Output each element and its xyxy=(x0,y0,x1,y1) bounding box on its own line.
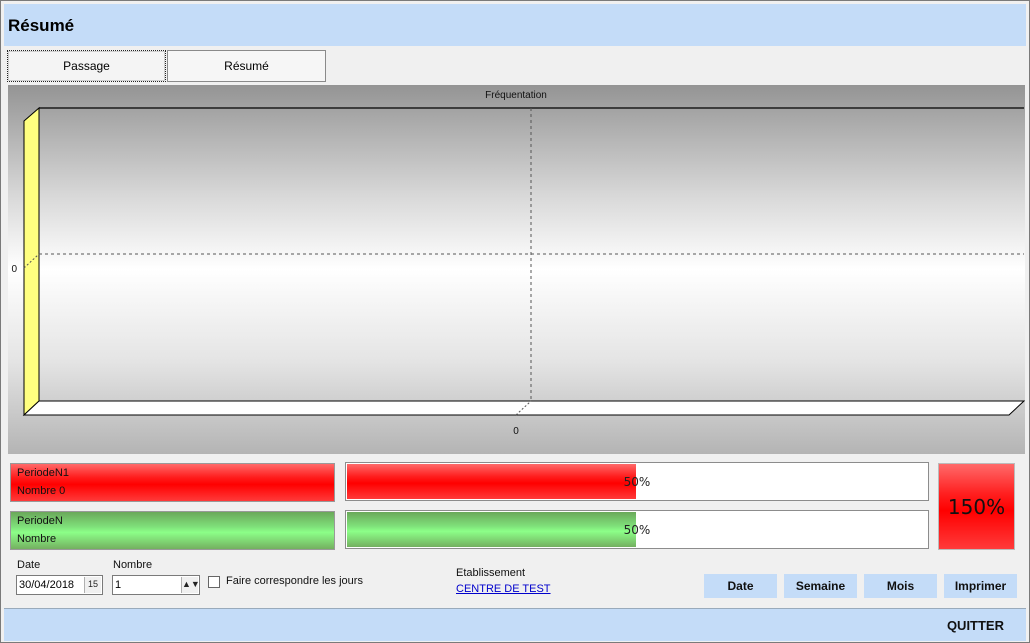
match-days-checkbox[interactable] xyxy=(208,576,220,588)
quit-button[interactable]: QUITTER xyxy=(947,618,1004,633)
chart-floor xyxy=(22,400,1025,416)
period-n-count: Nombre xyxy=(17,533,57,545)
date-button[interactable]: Date xyxy=(704,574,777,598)
tab-resume[interactable]: Résumé xyxy=(167,50,326,82)
calendar-icon[interactable]: 15 xyxy=(84,577,101,593)
window-title: Résumé xyxy=(4,4,1026,46)
period-n1-count: Nombre 0 xyxy=(17,485,66,497)
frequentation-chart: Fréquentation 0 0 xyxy=(8,85,1025,454)
date-value: 30/04/2018 xyxy=(19,579,75,591)
nombre-field[interactable]: 1 ▲▼ xyxy=(112,575,200,595)
mois-button[interactable]: Mois xyxy=(864,574,937,598)
date-label: Date xyxy=(17,559,41,571)
date-field[interactable]: 30/04/2018 15 xyxy=(16,575,103,595)
chart-svg: Fréquentation 0 0 xyxy=(11,90,1025,437)
period-n1-percent: 50% xyxy=(623,475,651,489)
nombre-value: 1 xyxy=(115,579,122,591)
etablissement-label: Etablissement xyxy=(456,567,526,579)
etablissement-link[interactable]: CENTRE DE TEST xyxy=(456,583,551,595)
match-days-label: Faire correspondre les jours xyxy=(226,575,363,587)
period-n1-name: PeriodeN1 xyxy=(17,467,69,479)
chart-title: Fréquentation xyxy=(485,90,547,101)
semaine-button[interactable]: Semaine xyxy=(784,574,857,598)
period-n-name: PeriodeN xyxy=(17,515,63,527)
x-tick-label: 0 xyxy=(513,426,519,437)
period-n-progress: 50% xyxy=(345,510,929,549)
period-n1-progress: 50% xyxy=(345,462,929,501)
y-tick-label: 0 xyxy=(11,264,17,275)
period-n-percent: 50% xyxy=(623,523,651,537)
nombre-label: Nombre xyxy=(113,559,153,571)
period-n-label: PeriodeN Nombre xyxy=(10,511,335,550)
imprimer-button[interactable]: Imprimer xyxy=(944,574,1017,598)
spinner-icon[interactable]: ▲▼ xyxy=(181,577,200,593)
footer-bar: QUITTER xyxy=(4,608,1026,641)
ratio-badge: 150% xyxy=(938,463,1015,550)
tab-passage[interactable]: Passage xyxy=(7,50,166,82)
period-n1-label: PeriodeN1 Nombre 0 xyxy=(10,463,335,502)
